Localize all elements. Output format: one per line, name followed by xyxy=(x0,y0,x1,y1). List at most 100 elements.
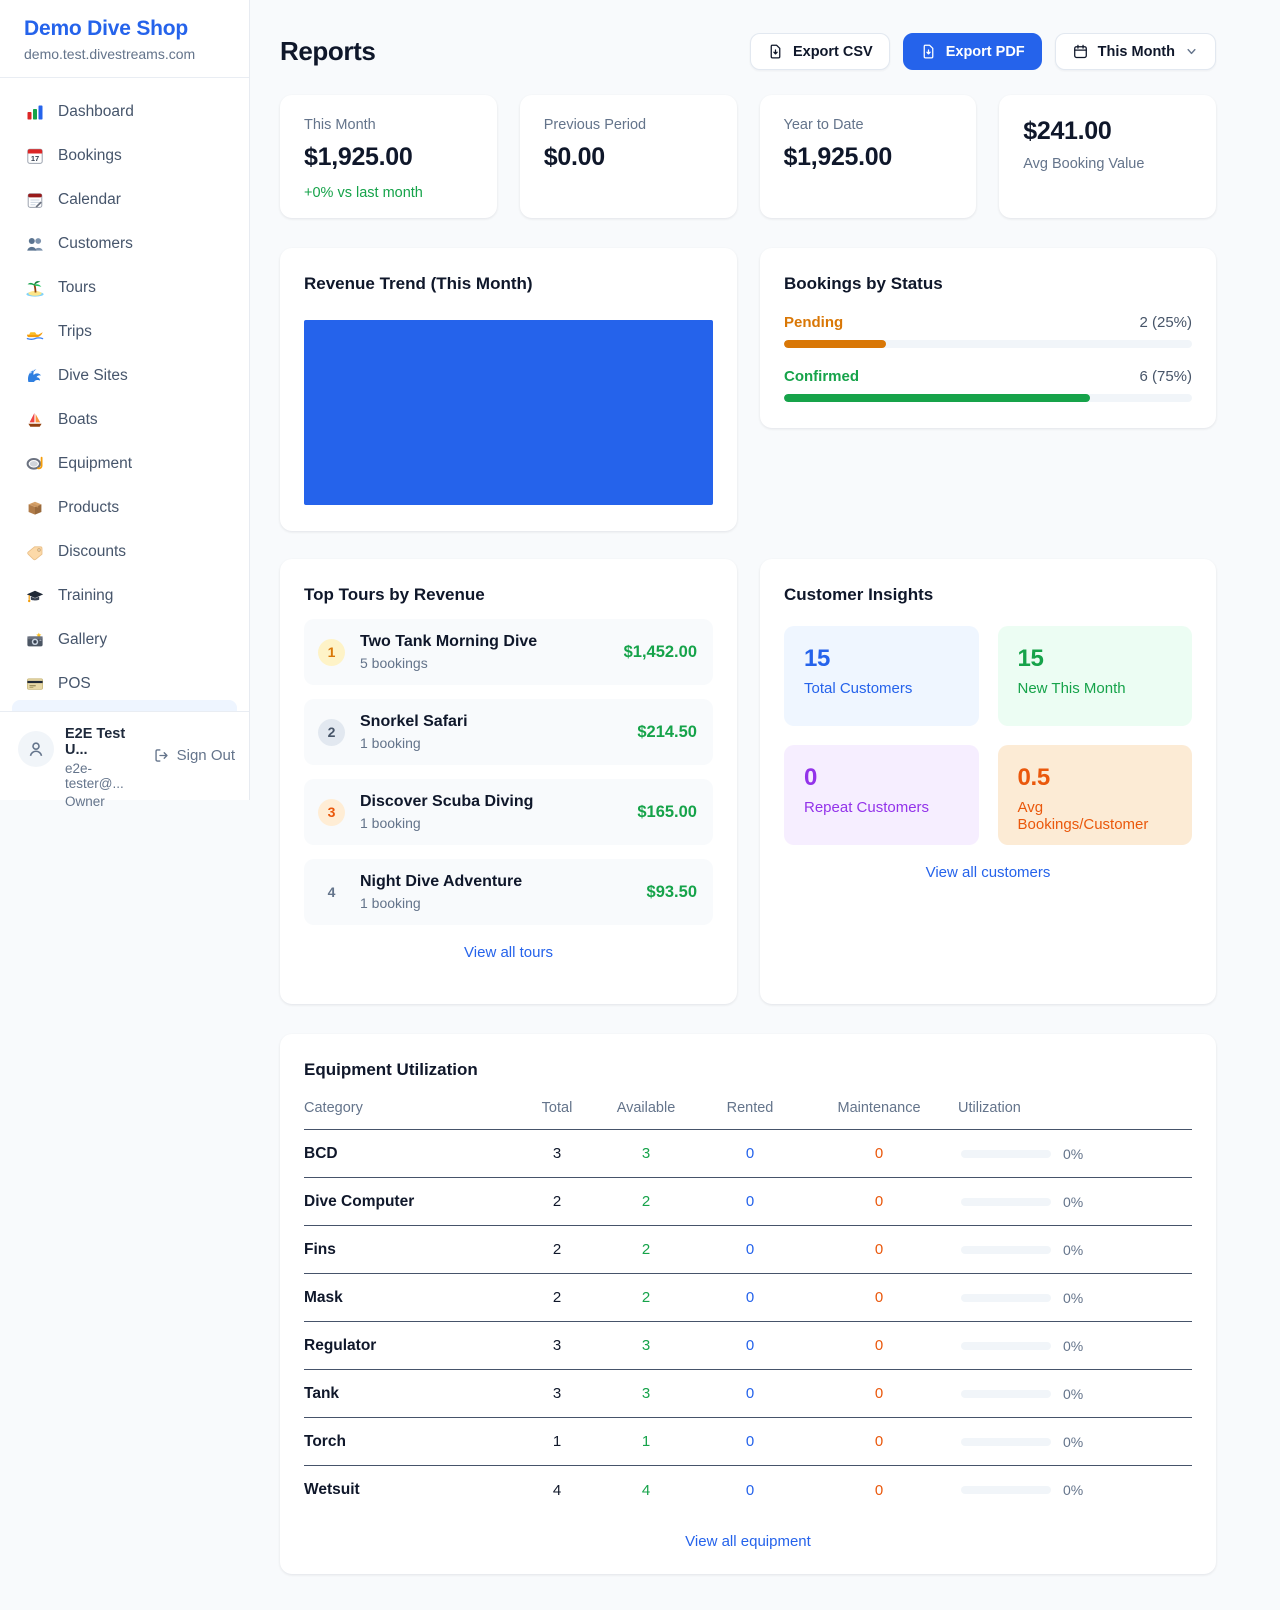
stat-value: $1,925.00 xyxy=(304,143,473,172)
status-bar-track xyxy=(784,340,1192,348)
logout-icon xyxy=(153,747,170,764)
equipment-table-header: Category Total Available Rented Maintena… xyxy=(304,1100,1192,1130)
sidebar-item-label: Training xyxy=(58,587,113,605)
export-pdf-button[interactable]: Export PDF xyxy=(903,33,1042,70)
stat-value: $241.00 xyxy=(1023,117,1192,146)
utilization-percent: 0% xyxy=(1063,1386,1083,1402)
sidebar-item-customers[interactable]: Customers xyxy=(12,226,237,262)
page-header: Reports Export CSV Export PDF xyxy=(280,33,1216,70)
equipment-category: Regulator xyxy=(304,1337,522,1355)
sidebar-item-bookings[interactable]: 17 Bookings xyxy=(12,138,237,174)
equipment-category: Mask xyxy=(304,1289,522,1307)
discounts-icon xyxy=(25,542,45,562)
table-row: Wetsuit 4 4 0 0 0% xyxy=(304,1466,1192,1514)
revenue-trend-title: Revenue Trend (This Month) xyxy=(304,274,713,294)
stat-card: Year to Date $1,925.00 xyxy=(760,95,977,218)
main-content: Reports Export CSV Export PDF xyxy=(250,0,1280,1574)
stat-value: $1,925.00 xyxy=(784,143,953,172)
equipment-rented: 0 xyxy=(700,1241,800,1258)
sidebar-item-label: Gallery xyxy=(58,631,107,649)
stat-label: Avg Booking Value xyxy=(1023,156,1192,172)
sidebar-item-trips[interactable]: Trips xyxy=(12,314,237,350)
utilization-bar xyxy=(961,1150,1051,1158)
file-download-icon xyxy=(767,43,784,60)
export-csv-button[interactable]: Export CSV xyxy=(750,33,890,70)
customer-insights-card: Customer Insights 15 Total Customers 15 … xyxy=(760,559,1216,1004)
rank-badge: 4 xyxy=(318,879,345,906)
sidebar-item-products[interactable]: Products xyxy=(12,490,237,526)
status-bar-fill xyxy=(784,340,886,348)
equipment-total: 3 xyxy=(522,1145,592,1162)
user-role: Owner xyxy=(65,794,142,809)
sidebar-item-calendar[interactable]: Calendar xyxy=(12,182,237,218)
pos-icon xyxy=(25,674,45,694)
sidebar-item-training[interactable]: Training xyxy=(12,578,237,614)
utilization-cell: 0% xyxy=(958,1290,1192,1306)
tour-bookings: 5 bookings xyxy=(360,655,537,671)
equipment-rented: 0 xyxy=(700,1289,800,1306)
training-icon xyxy=(25,586,45,606)
tour-amount: $93.50 xyxy=(647,883,697,902)
stat-label: Year to Date xyxy=(784,117,953,133)
equipment-available: 3 xyxy=(592,1337,700,1354)
sidebar-item-boats[interactable]: Boats xyxy=(12,402,237,438)
sidebar-item-gallery[interactable]: Gallery xyxy=(12,622,237,658)
column-header-available: Available xyxy=(592,1100,700,1116)
sidebar-item-label: Dashboard xyxy=(58,103,134,121)
sidebar-item-dashboard[interactable]: Dashboard xyxy=(12,94,237,130)
top-tours-title: Top Tours by Revenue xyxy=(304,585,713,605)
sidebar-item-tours[interactable]: Tours xyxy=(12,270,237,306)
sidebar-item-label: Customers xyxy=(58,235,133,253)
shop-domain: demo.test.divestreams.com xyxy=(24,46,225,62)
status-bar-fill xyxy=(784,394,1090,402)
view-all-tours-link[interactable]: View all tours xyxy=(304,944,713,961)
stat-card: This Month $1,925.00 +0% vs last month xyxy=(280,95,497,218)
tour-row: 1 Two Tank Morning Dive 5 bookings $1,45… xyxy=(304,619,713,685)
status-value: 2 (25%) xyxy=(1139,314,1192,331)
equipment-maintenance: 0 xyxy=(800,1289,958,1306)
sidebar-item-label: Equipment xyxy=(58,455,132,473)
equipment-category: BCD xyxy=(304,1145,522,1163)
column-header-category: Category xyxy=(304,1100,522,1116)
equipment-maintenance: 0 xyxy=(800,1241,958,1258)
sidebar-item-dive-sites[interactable]: Dive Sites xyxy=(12,358,237,394)
stats-row: This Month $1,925.00 +0% vs last month P… xyxy=(280,95,1216,218)
status-head: Pending 2 (25%) xyxy=(784,314,1192,331)
sidebar-item-discounts[interactable]: Discounts xyxy=(12,534,237,570)
utilization-cell: 0% xyxy=(958,1434,1192,1450)
equipment-available: 2 xyxy=(592,1193,700,1210)
sign-out-button[interactable]: Sign Out xyxy=(153,747,235,764)
sign-out-label: Sign Out xyxy=(177,747,235,764)
calendar-icon xyxy=(1072,43,1089,60)
tile-value: 0.5 xyxy=(1018,764,1173,792)
rank-badge: 3 xyxy=(318,799,345,826)
equipment-maintenance: 0 xyxy=(800,1482,958,1499)
utilization-bar xyxy=(961,1198,1051,1206)
period-select[interactable]: This Month xyxy=(1055,33,1216,70)
utilization-cell: 0% xyxy=(958,1146,1192,1162)
column-header-utilization: Utilization xyxy=(958,1100,1192,1116)
utilization-percent: 0% xyxy=(1063,1434,1083,1450)
tile-value: 0 xyxy=(804,764,959,792)
trips-icon xyxy=(25,322,45,342)
table-row: Torch 1 1 0 0 0% xyxy=(304,1418,1192,1466)
equipment-category: Tank xyxy=(304,1385,522,1403)
view-all-customers-link[interactable]: View all customers xyxy=(784,864,1192,881)
products-icon xyxy=(25,498,45,518)
status-bar-track xyxy=(784,394,1192,402)
sidebar-item-equipment[interactable]: Equipment xyxy=(12,446,237,482)
utilization-bar xyxy=(961,1486,1051,1494)
equipment-available: 1 xyxy=(592,1433,700,1450)
utilization-percent: 0% xyxy=(1063,1338,1083,1354)
equipment-available: 4 xyxy=(592,1482,700,1499)
revenue-trend-chart xyxy=(304,320,713,505)
utilization-cell: 0% xyxy=(958,1482,1192,1498)
export-csv-label: Export CSV xyxy=(793,44,873,60)
equipment-icon xyxy=(25,454,45,474)
svg-text:17: 17 xyxy=(31,154,39,163)
tour-name: Discover Scuba Diving xyxy=(360,793,533,811)
tour-amount: $165.00 xyxy=(637,803,697,822)
equipment-total: 2 xyxy=(522,1193,592,1210)
view-all-equipment-link[interactable]: View all equipment xyxy=(304,1533,1192,1550)
sidebar-item-pos[interactable]: POS xyxy=(12,666,237,702)
